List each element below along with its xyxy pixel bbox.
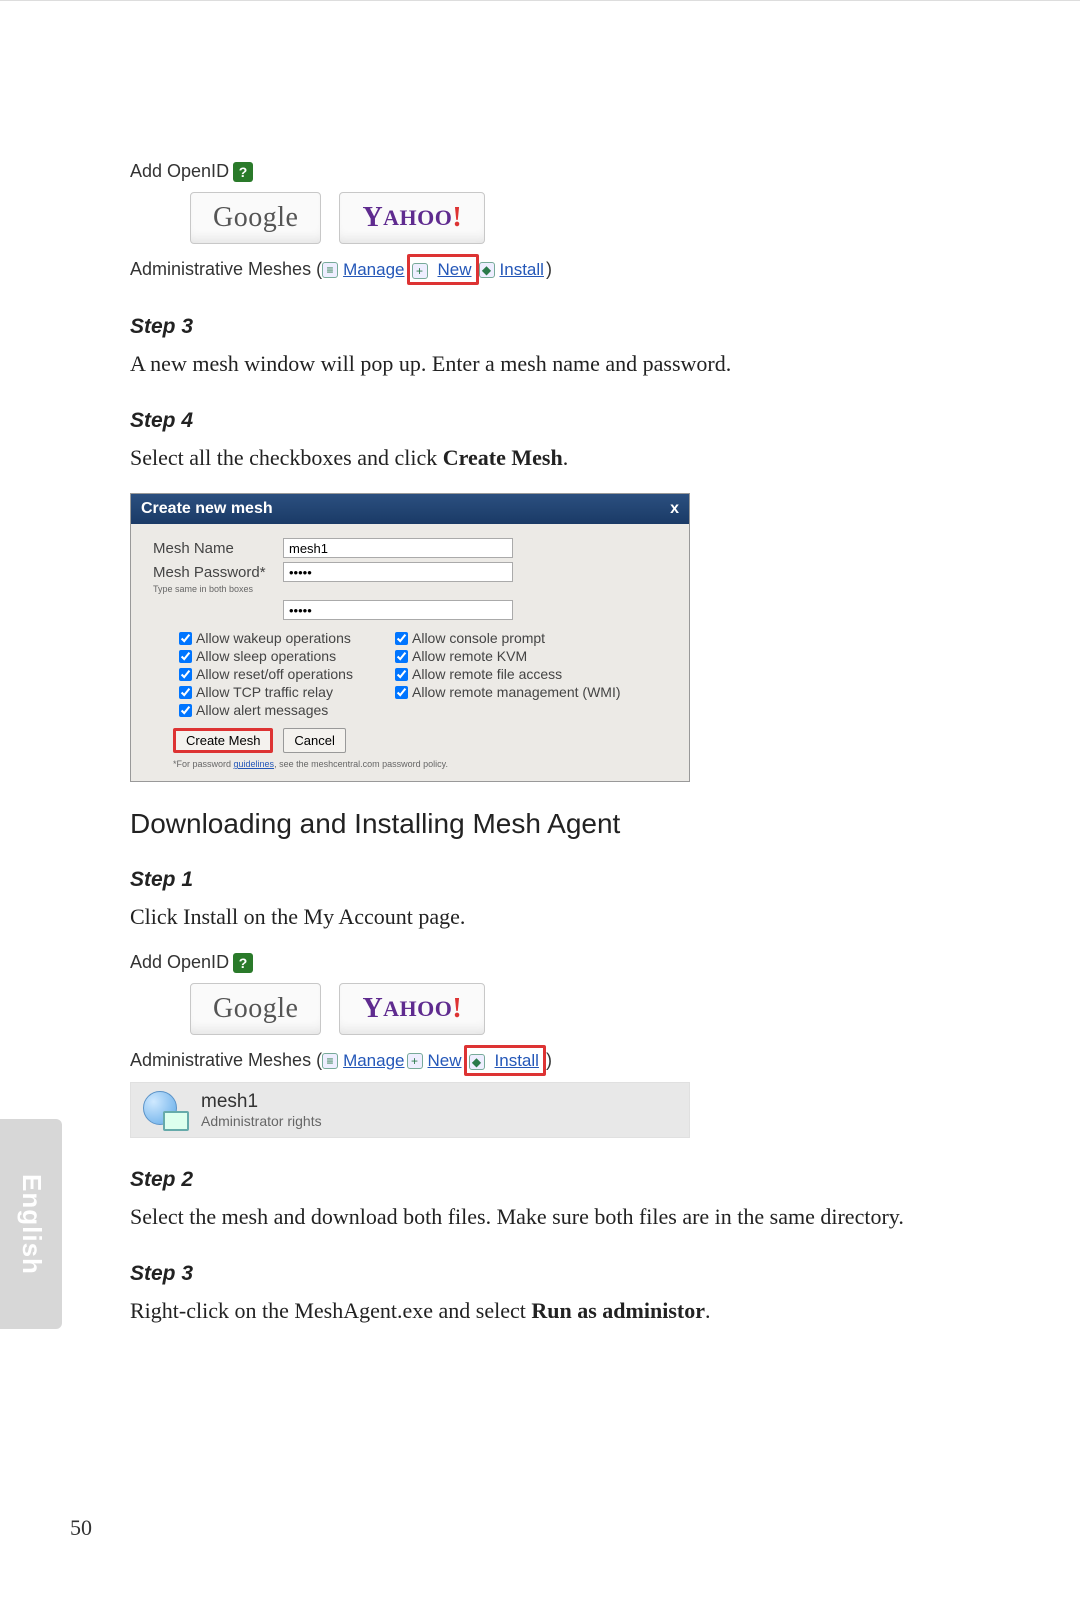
step4-text: Select all the checkboxes and click Crea… bbox=[130, 441, 970, 475]
b-step2-text: Select the mesh and download both files.… bbox=[130, 1200, 970, 1234]
checkbox-grid: Allow wakeup operations Allow console pr… bbox=[179, 630, 673, 718]
dialog-titlebar: Create new mesh x bbox=[131, 494, 689, 524]
manage-icon: ≡ bbox=[322, 262, 338, 278]
password-hint: Type same in both boxes bbox=[153, 584, 673, 594]
mesh-name-input[interactable] bbox=[283, 538, 513, 558]
figure-openid-new: Add OpenID ? Google YAHOO! Administrativ… bbox=[130, 161, 650, 285]
manage-link[interactable]: Manage bbox=[341, 260, 406, 280]
new-link[interactable]: New bbox=[436, 260, 474, 280]
page-number: 50 bbox=[70, 1515, 92, 1541]
manage-icon-2: ≡ bbox=[322, 1053, 338, 1069]
admin-meshes-row: Administrative Meshes ( ≡ Manage + New ◆… bbox=[130, 254, 650, 285]
chk-sleep[interactable] bbox=[179, 650, 192, 663]
language-label: English bbox=[16, 1174, 47, 1275]
dialog-footnote: *For password guidelines, see the meshce… bbox=[173, 759, 673, 769]
mesh-password-input-2[interactable] bbox=[283, 600, 513, 620]
b-step1-text: Click Install on the My Account page. bbox=[130, 900, 970, 934]
figure-openid-install: Add OpenID ? Google YAHOO! Administrativ… bbox=[130, 952, 650, 1138]
dialog-title: Create new mesh bbox=[141, 500, 273, 518]
install-link-highlight: ◆ Install bbox=[464, 1045, 546, 1076]
add-openid-label: Add OpenID bbox=[130, 161, 229, 182]
google-button-2[interactable]: Google bbox=[190, 983, 321, 1035]
guidelines-link[interactable]: guidelines bbox=[234, 759, 275, 769]
mesh-name: mesh1 bbox=[201, 1091, 322, 1113]
step3-text: A new mesh window will pop up. Enter a m… bbox=[130, 347, 970, 381]
monitor-icon bbox=[163, 1111, 189, 1131]
b-step3-label: Step 3 bbox=[130, 1262, 970, 1286]
add-openid-row-2: Add OpenID ? bbox=[130, 952, 650, 973]
yahoo-button-2[interactable]: YAHOO! bbox=[339, 983, 485, 1035]
mesh-entry[interactable]: mesh1 Administrator rights bbox=[130, 1082, 690, 1138]
mesh-role: Administrator rights bbox=[201, 1113, 322, 1129]
chk-kvm[interactable] bbox=[395, 650, 408, 663]
b-step1-label: Step 1 bbox=[130, 868, 970, 892]
chk-tcp[interactable] bbox=[179, 686, 192, 699]
b-step3-bold: Run as administor bbox=[531, 1298, 705, 1323]
install-icon: ◆ bbox=[479, 262, 495, 278]
mesh-password-label: Mesh Password* bbox=[153, 564, 283, 581]
google-button[interactable]: Google bbox=[190, 192, 321, 244]
chk-wmi[interactable] bbox=[395, 686, 408, 699]
install-link[interactable]: Install bbox=[498, 260, 546, 280]
create-mesh-dialog: Create new mesh x Mesh Name Mesh Passwor… bbox=[130, 493, 690, 782]
step4-pre: Select all the checkboxes and click bbox=[130, 445, 443, 470]
step4-label: Step 4 bbox=[130, 409, 970, 433]
chk-alert[interactable] bbox=[179, 704, 192, 717]
chk-reset[interactable] bbox=[179, 668, 192, 681]
manage-link-2[interactable]: Manage bbox=[341, 1051, 406, 1071]
admin-meshes-suffix: ) bbox=[546, 259, 552, 280]
b-step2-label: Step 2 bbox=[130, 1168, 970, 1192]
step3-label: Step 3 bbox=[130, 315, 970, 339]
close-icon[interactable]: x bbox=[670, 500, 679, 518]
yahoo-bang: ! bbox=[452, 202, 462, 234]
step4-bold: Create Mesh bbox=[443, 445, 563, 470]
mesh-password-input-1[interactable] bbox=[283, 562, 513, 582]
plus-icon-2: + bbox=[407, 1053, 423, 1069]
help-icon-2: ? bbox=[233, 953, 253, 973]
yahoo-mid: AHOO bbox=[383, 205, 452, 231]
yahoo-button[interactable]: YAHOO! bbox=[339, 192, 485, 244]
install-icon-2: ◆ bbox=[469, 1054, 485, 1070]
new-link-2[interactable]: New bbox=[426, 1051, 464, 1071]
mesh-icon bbox=[141, 1089, 189, 1131]
create-mesh-button[interactable]: Create Mesh bbox=[173, 728, 273, 753]
chk-console[interactable] bbox=[395, 632, 408, 645]
chk-file[interactable] bbox=[395, 668, 408, 681]
install-link-2[interactable]: Install bbox=[493, 1051, 541, 1071]
chk-wakeup[interactable] bbox=[179, 632, 192, 645]
mesh-name-label: Mesh Name bbox=[153, 540, 283, 557]
plus-icon: + bbox=[412, 263, 428, 279]
add-openid-label-2: Add OpenID bbox=[130, 952, 229, 973]
help-icon: ? bbox=[233, 162, 253, 182]
step4-post: . bbox=[563, 445, 569, 470]
yahoo-y: Y bbox=[362, 202, 383, 234]
dialog-body: Mesh Name Mesh Password* Type same in bo… bbox=[131, 524, 689, 769]
section-heading: Downloading and Installing Mesh Agent bbox=[130, 808, 970, 840]
new-link-highlight: + New bbox=[407, 254, 479, 285]
admin-meshes-label: Administrative Meshes ( bbox=[130, 259, 322, 280]
language-tab: English bbox=[0, 1119, 62, 1329]
provider-buttons: Google YAHOO! bbox=[190, 192, 650, 244]
document-page: Add OpenID ? Google YAHOO! Administrativ… bbox=[0, 51, 1080, 1328]
b-step3-text: Right-click on the MeshAgent.exe and sel… bbox=[130, 1294, 970, 1328]
cancel-button[interactable]: Cancel bbox=[283, 728, 345, 753]
add-openid-row: Add OpenID ? bbox=[130, 161, 650, 182]
